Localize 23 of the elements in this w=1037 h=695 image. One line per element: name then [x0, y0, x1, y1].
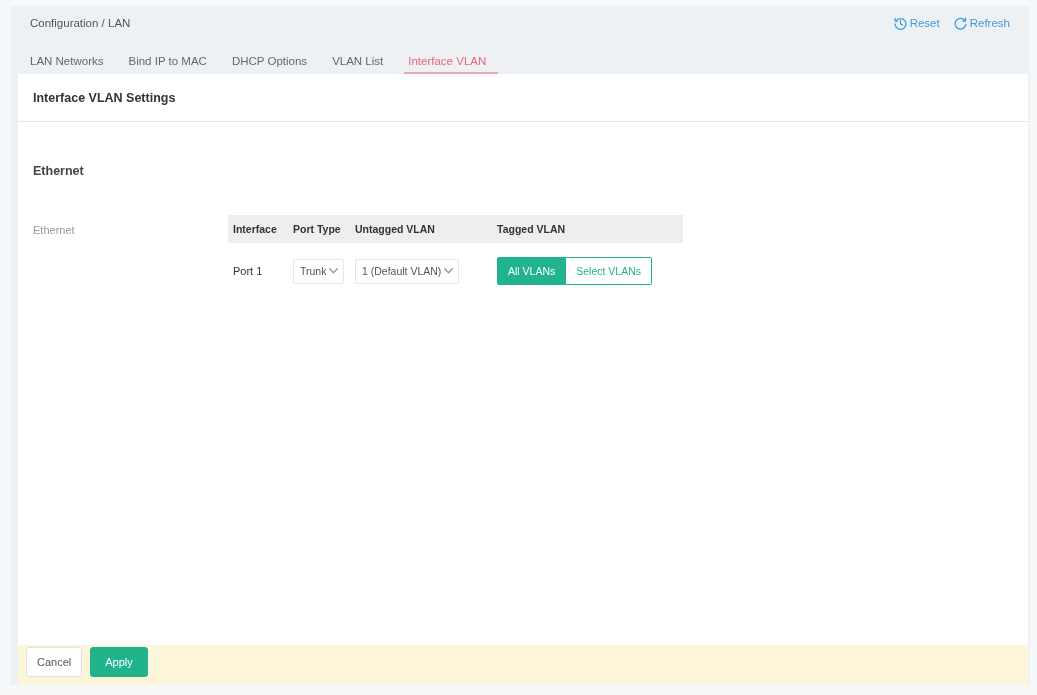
- column-header: Port Type: [292, 223, 342, 235]
- tab[interactable]: DHCP Options: [231, 40, 318, 74]
- untagged-vlan-dropdown[interactable]: 1 (Default VLAN): [355, 258, 460, 284]
- segment-button[interactable]: Select VLANs: [566, 257, 653, 285]
- port-type-dropdown[interactable]: Trunk: [293, 258, 345, 284]
- field-label: Ethernet: [33, 224, 75, 236]
- tab[interactable]: Bind IP to MAC: [128, 40, 217, 74]
- interface-cell: Port 1: [233, 265, 263, 277]
- breadcrumb: Configuration / LAN: [30, 17, 131, 29]
- tab[interactable]: VLAN List: [332, 40, 394, 74]
- column-header: Untagged VLAN: [354, 223, 436, 235]
- caret-icon: [329, 268, 339, 274]
- refresh-button[interactable]: Refresh: [953, 16, 1010, 30]
- section-heading: Ethernet: [33, 164, 84, 178]
- refresh-icon: [953, 16, 967, 30]
- panel-title: Interface VLAN Settings: [33, 90, 176, 105]
- tab[interactable]: LAN Networks: [30, 40, 114, 74]
- history-icon: [893, 16, 907, 30]
- column-header: Interface: [232, 223, 278, 235]
- cancel-button[interactable]: Cancel: [26, 647, 83, 677]
- column-header: Tagged VLAN: [496, 223, 567, 235]
- caret-icon: [444, 268, 454, 274]
- reset-button[interactable]: Reset: [893, 16, 940, 30]
